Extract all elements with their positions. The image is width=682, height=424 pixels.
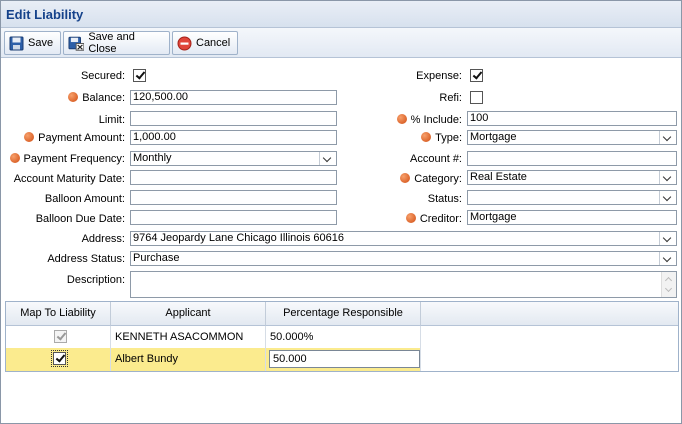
balloon-due-date-label: Balloon Due Date: (35, 213, 125, 225)
limit-input[interactable] (130, 111, 337, 126)
edit-liability-window: Edit Liability Save Save and Close Cance… (0, 0, 682, 424)
applicant-grid: Map To Liability Applicant Percentage Re… (5, 301, 679, 372)
address-label: Address: (81, 233, 125, 245)
chevron-down-icon (659, 191, 676, 204)
grid-header-filler (421, 302, 678, 326)
cancel-button[interactable]: Cancel (172, 31, 238, 55)
pct-include-label: % Include: (396, 113, 462, 127)
creditor-label: Creditor: (405, 212, 462, 226)
save-button[interactable]: Save (4, 31, 61, 55)
address-status-select[interactable]: Purchase (130, 251, 677, 266)
required-icon (400, 173, 411, 183)
maturity-date-input[interactable] (130, 170, 337, 185)
balance-label: Balance: (68, 91, 125, 105)
secured-label: Secured: (80, 70, 125, 82)
expense-label: Expense: (416, 70, 462, 82)
table-row-map-cell (6, 348, 111, 371)
save-label: Save (28, 37, 54, 49)
title-bar: Edit Liability (1, 1, 681, 28)
save-and-close-button[interactable]: Save and Close (63, 31, 170, 55)
category-select[interactable]: Real Estate (467, 170, 677, 185)
map-to-liability-checkbox (54, 330, 67, 343)
balloon-amount-input[interactable] (130, 190, 337, 205)
required-icon (68, 92, 79, 102)
category-label: Category: (400, 172, 462, 186)
payment-amount-input[interactable]: 1,000.00 (130, 130, 337, 145)
chevron-down-icon (659, 252, 676, 265)
percentage-responsible-input[interactable]: 50.000 (269, 350, 420, 368)
status-select[interactable] (467, 190, 677, 205)
toolbar: Save Save and Close Cancel (1, 28, 681, 58)
chevron-down-icon (319, 152, 336, 165)
account-number-input[interactable] (467, 151, 677, 166)
cancel-icon (177, 36, 192, 50)
description-label: Description: (66, 274, 125, 286)
cancel-label: Cancel (196, 37, 231, 49)
percentage-cell: 50.000% (266, 326, 421, 348)
maturity-date-label: Account Maturity Date: (13, 173, 125, 185)
required-icon (405, 213, 416, 223)
floppy-disk-icon (9, 36, 24, 50)
balloon-amount-label: Balloon Amount: (44, 193, 125, 205)
address-select[interactable]: 9764 Jeopardy Lane Chicago Illinois 6061… (130, 231, 677, 246)
balance-input[interactable]: 120,500.00 (130, 90, 337, 105)
table-row-map-cell (6, 326, 111, 348)
secured-checkbox[interactable] (133, 69, 146, 82)
required-icon (421, 132, 432, 142)
grid-header-applicant[interactable]: Applicant (111, 302, 266, 326)
chevron-down-icon (659, 131, 676, 144)
grid-header-map[interactable]: Map To Liability (6, 302, 111, 326)
percentage-cell[interactable]: 50.000 (266, 348, 421, 371)
address-status-label: Address Status: (47, 253, 125, 265)
refi-checkbox[interactable] (470, 91, 483, 104)
window-title: Edit Liability (6, 7, 84, 22)
required-icon (396, 114, 407, 124)
payment-frequency-select[interactable]: Monthly (130, 151, 337, 166)
map-to-liability-checkbox[interactable] (53, 352, 66, 365)
pct-include-input[interactable]: 100 (467, 111, 677, 126)
limit-label: Limit: (98, 114, 125, 126)
type-label: Type: (421, 131, 462, 145)
applicant-cell[interactable]: Albert Bundy (111, 348, 266, 371)
refi-label: Refi: (439, 92, 462, 104)
applicant-cell: KENNETH ASACOMMON (111, 326, 266, 348)
required-icon (24, 132, 35, 142)
creditor-input[interactable]: Mortgage (467, 210, 677, 225)
payment-amount-label: Payment Amount: (24, 131, 125, 145)
description-textarea[interactable] (130, 271, 677, 298)
expense-checkbox[interactable] (470, 69, 483, 82)
chevron-down-icon (659, 171, 676, 184)
required-icon (9, 153, 20, 163)
status-label: Status: (427, 193, 462, 205)
balloon-due-date-input[interactable] (130, 210, 337, 225)
save-close-icon (68, 36, 85, 51)
description-scrollbar[interactable] (661, 272, 676, 297)
save-and-close-label: Save and Close (88, 31, 135, 55)
account-number-label: Account #: (410, 153, 462, 165)
grid-header-percentage[interactable]: Percentage Responsible (266, 302, 421, 326)
chevron-down-icon (659, 232, 676, 245)
payment-frequency-label: Payment Frequency: (9, 152, 125, 166)
type-select[interactable]: Mortgage (467, 130, 677, 145)
